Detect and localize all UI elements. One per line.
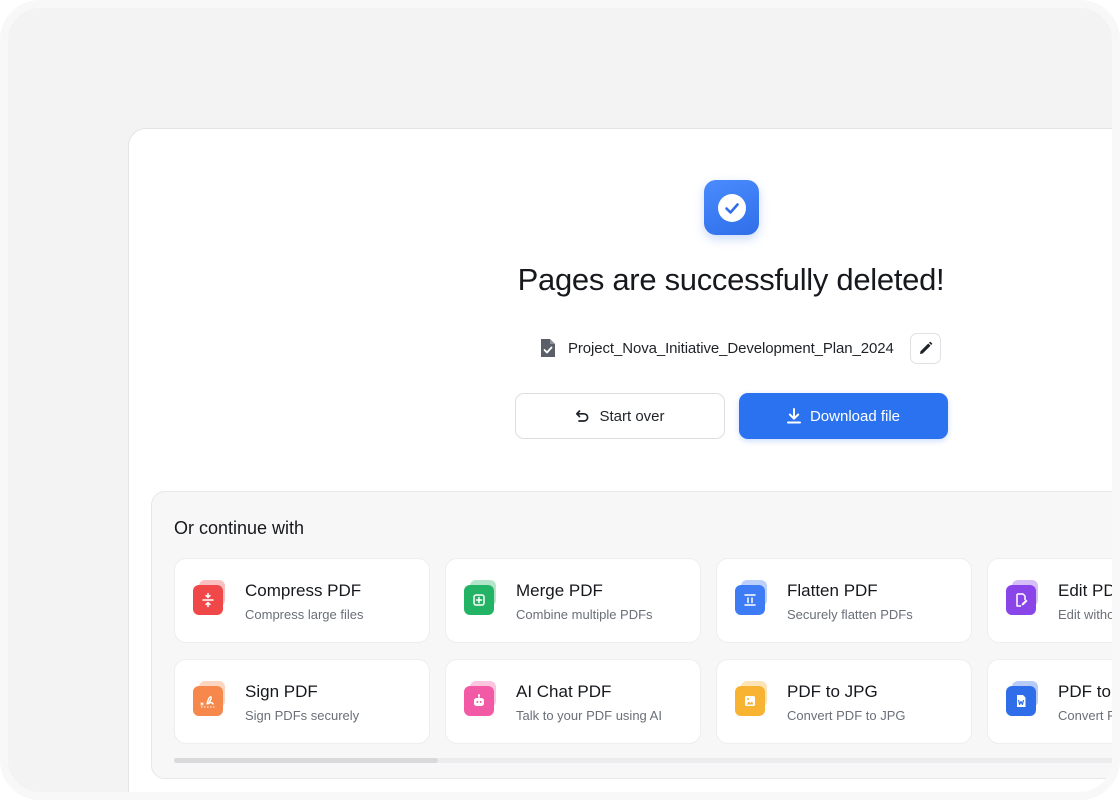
- tool-description: Sign PDFs securely: [245, 708, 360, 723]
- tool-name: Flatten PDF: [787, 581, 878, 600]
- download-file-button[interactable]: Download file: [739, 393, 948, 439]
- rename-button[interactable]: [909, 332, 941, 364]
- tool-card-ai-chat-pdf[interactable]: AI Chat PDF Talk to your PDF using AI: [445, 659, 701, 744]
- file-name: Project_Nova_Initiative_Development_Plan…: [568, 339, 894, 357]
- tool-description: Convert PD: [1058, 708, 1120, 723]
- compress-icon: [193, 580, 227, 616]
- result-card: Pages are successfully deleted! Project_…: [128, 128, 1120, 792]
- success-check-icon: [704, 180, 759, 235]
- tool-name: AI Chat PDF: [516, 682, 612, 701]
- download-icon: [786, 408, 801, 424]
- tool-card-pdf-to-jpg[interactable]: PDF to JPG Convert PDF to JPG: [716, 659, 972, 744]
- start-over-button[interactable]: Start over: [515, 393, 725, 439]
- app-frame: Pages are successfully deleted! Project_…: [0, 0, 1120, 800]
- tool-description: Combine multiple PDFs: [516, 607, 653, 622]
- tool-description: Securely flatten PDFs: [787, 607, 913, 622]
- tool-card-sign-pdf[interactable]: Sign PDF Sign PDFs securely: [174, 659, 430, 744]
- word-icon: [1006, 681, 1040, 717]
- tool-name: PDF to JPG: [787, 682, 878, 701]
- tool-description: Edit without: [1058, 607, 1120, 622]
- tool-card-pdf-to-word[interactable]: PDF to W Convert PD: [987, 659, 1120, 744]
- tool-description: Compress large files: [245, 607, 364, 622]
- tool-description: Convert PDF to JPG: [787, 708, 906, 723]
- ai-chat-icon: [464, 681, 498, 717]
- tool-name: Merge PDF: [516, 581, 603, 600]
- tool-name: Sign PDF: [245, 682, 318, 701]
- download-file-label: Download file: [809, 407, 901, 425]
- edit-pdf-icon: [1006, 580, 1040, 616]
- tool-card-flatten-pdf[interactable]: Flatten PDF Securely flatten PDFs: [716, 558, 972, 643]
- scrollbar-thumb[interactable]: [174, 758, 438, 763]
- image-icon: [735, 681, 769, 717]
- horizontal-scrollbar[interactable]: [174, 758, 1112, 763]
- tool-card-compress-pdf[interactable]: Compress PDF Compress large files: [174, 558, 430, 643]
- continue-panel: Or continue with Compress PDF Compress l…: [151, 491, 1120, 779]
- pencil-icon: [918, 341, 933, 356]
- tool-name: Compress PDF: [245, 581, 362, 600]
- tool-card-merge-pdf[interactable]: Merge PDF Combine multiple PDFs: [445, 558, 701, 643]
- tool-card-edit-pdf[interactable]: Edit PDF Edit without: [987, 558, 1120, 643]
- page-title: Pages are successfully deleted!: [517, 262, 945, 297]
- flatten-icon: [735, 580, 769, 616]
- merge-icon: [464, 580, 498, 616]
- tool-name: PDF to W: [1058, 682, 1112, 701]
- signature-icon: [193, 681, 227, 717]
- file-check-icon: [539, 338, 557, 358]
- undo-icon: [575, 409, 590, 423]
- file-name-row: Project_Nova_Initiative_Development_Plan…: [539, 332, 941, 364]
- continue-title: Or continue with: [174, 518, 305, 538]
- tool-name: Edit PDF: [1058, 581, 1120, 600]
- tool-description: Talk to your PDF using AI: [516, 708, 662, 723]
- start-over-label: Start over: [599, 407, 665, 425]
